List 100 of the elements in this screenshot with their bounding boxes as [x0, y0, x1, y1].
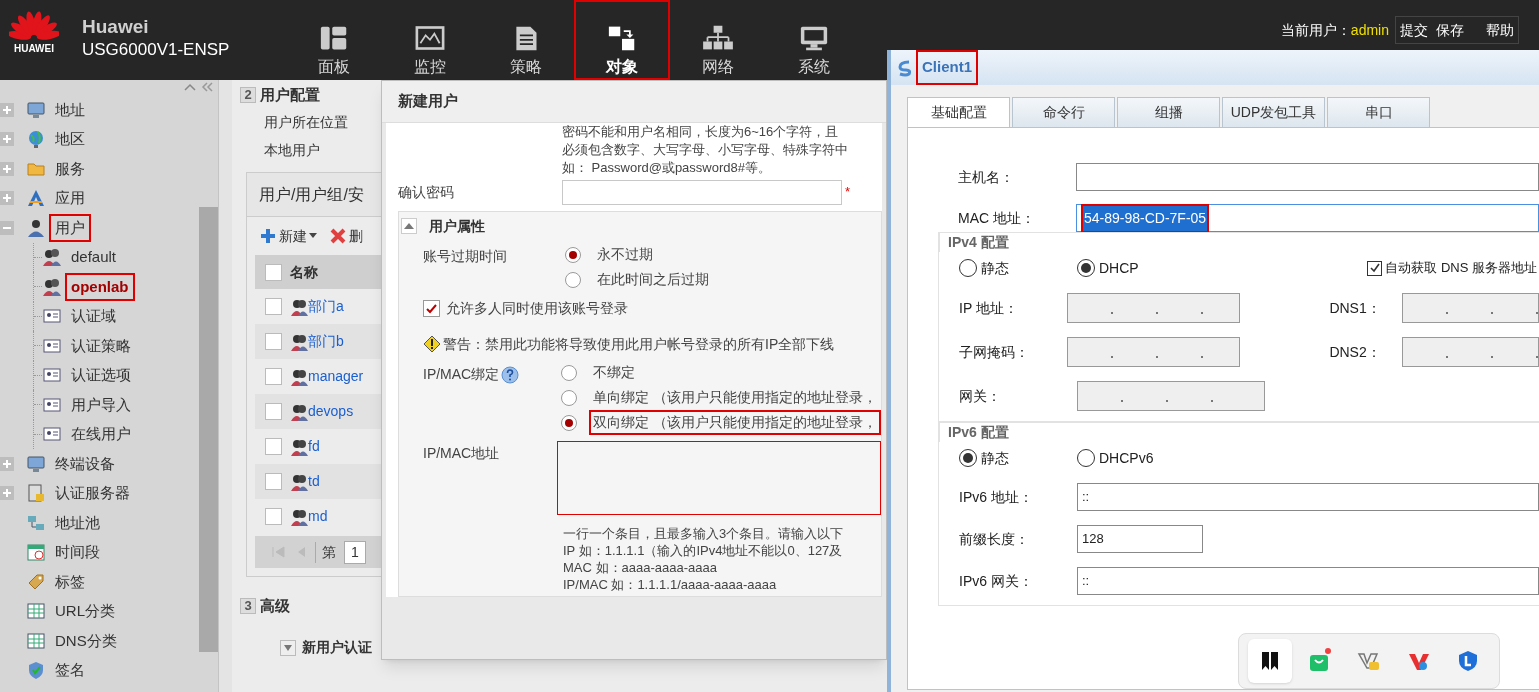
hostname-field[interactable]: [1076, 163, 1539, 191]
field-label: 确认密码: [398, 182, 455, 202]
tree-item[interactable]: 地址: [49, 95, 91, 124]
field-label: 前缀长度：: [959, 529, 1030, 549]
tree-item[interactable]: 认证服务器: [49, 479, 136, 508]
field-label: 子网掩码：: [959, 342, 1030, 362]
nav-tab[interactable]: 系统: [766, 0, 862, 80]
checkbox[interactable]: [265, 263, 282, 281]
tab[interactable]: 命令行: [1012, 97, 1115, 127]
step-number: 2: [240, 87, 256, 103]
tree-item[interactable]: 签名: [49, 656, 91, 685]
checkbox[interactable]: [265, 333, 282, 350]
tree-item[interactable]: 认证选项: [65, 361, 137, 390]
tree-item[interactable]: 用户: [49, 213, 91, 242]
collapse-toggle[interactable]: [0, 220, 14, 235]
brand-text: HUAWEI: [14, 42, 54, 56]
radio-button[interactable]: [565, 271, 581, 288]
new-button[interactable]: 新建: [259, 225, 317, 247]
text-field[interactable]: 128: [1077, 525, 1203, 553]
expand-toggle[interactable]: [0, 132, 14, 147]
tree-item[interactable]: 应用: [49, 184, 91, 213]
expand-toggle[interactable]: [0, 486, 14, 501]
tab[interactable]: 组播: [1117, 97, 1220, 127]
page-input[interactable]: 1: [344, 540, 366, 564]
user-link[interactable]: manager: [308, 366, 364, 387]
user-link[interactable]: 部门b: [308, 331, 344, 352]
tree-item[interactable]: URL分类: [49, 597, 121, 626]
tree-item[interactable]: 用户导入: [65, 390, 137, 419]
address-input[interactable]: [556, 441, 881, 515]
radio-button[interactable]: [1077, 259, 1095, 277]
tab[interactable]: 串口: [1327, 97, 1430, 127]
checkbox[interactable]: [265, 438, 282, 455]
radio-button[interactable]: [565, 246, 581, 263]
tree-item[interactable]: 地址池: [49, 508, 106, 537]
option-label: 双向绑定 （该用户只能使用指定的地址登录，: [589, 410, 881, 435]
tree-item[interactable]: 服务: [49, 154, 91, 183]
header-link[interactable]: 保存: [1436, 19, 1464, 41]
people-icon: [290, 402, 308, 421]
text-field[interactable]: ::: [1077, 483, 1539, 511]
tree-item[interactable]: 地区: [49, 125, 91, 154]
group-title: IPv6 配置: [948, 423, 1009, 442]
scrollbar-thumb[interactable]: [199, 207, 218, 652]
option-label: DHCP: [1099, 258, 1139, 278]
expand-toggle[interactable]: [0, 161, 14, 176]
collapse-toggle[interactable]: [401, 218, 417, 234]
globe-icon: [26, 129, 46, 150]
option-label: 不绑定: [592, 363, 637, 382]
tree-item[interactable]: 认证域: [65, 302, 122, 331]
expand-toggle[interactable]: [0, 191, 14, 206]
user-link[interactable]: td: [308, 471, 320, 492]
tab[interactable]: 基础配置: [907, 97, 1010, 127]
radio-button[interactable]: [561, 414, 578, 431]
panel-title: 用户/用户组/安: [259, 184, 364, 205]
radio-button[interactable]: [561, 389, 578, 406]
password-field[interactable]: [562, 179, 842, 205]
user-link[interactable]: devops: [308, 401, 354, 422]
field-label: DNS1：: [1329, 298, 1382, 318]
step-number: 3: [240, 598, 256, 614]
tree-item[interactable]: 时间段: [49, 538, 106, 567]
tree-item[interactable]: 认证策略: [65, 331, 137, 360]
nav-tab[interactable]: 对象: [574, 0, 670, 80]
tree-item[interactable]: default: [65, 243, 123, 272]
user-link[interactable]: md: [308, 506, 328, 527]
plus-icon: [259, 227, 277, 245]
nav-tab[interactable]: 网络: [670, 0, 766, 80]
radio-button[interactable]: [959, 259, 977, 277]
header-link[interactable]: 帮助: [1486, 19, 1514, 41]
radio-button[interactable]: [561, 364, 578, 381]
user-link[interactable]: fd: [308, 436, 320, 457]
expand-toggle[interactable]: [0, 456, 14, 471]
tree-item[interactable]: 终端设备: [49, 449, 121, 478]
checkbox[interactable]: [265, 403, 282, 420]
user-link[interactable]: 部门a: [308, 296, 344, 317]
network-tree-icon: [700, 24, 736, 52]
header-link[interactable]: 提交: [1400, 19, 1428, 41]
people-icon: [290, 297, 308, 316]
radio-button[interactable]: [1077, 449, 1095, 467]
checkbox[interactable]: [423, 299, 440, 317]
expand-toggle[interactable]: [0, 102, 14, 117]
nav-tab[interactable]: 监控: [382, 0, 478, 80]
hint-text: 一行一个条目，且最多输入3个条目。请输入以下: [563, 525, 845, 542]
checkbox[interactable]: [265, 298, 282, 315]
radio-button[interactable]: [959, 449, 977, 467]
checkbox[interactable]: [265, 368, 282, 385]
tree-item[interactable]: openlab: [65, 272, 135, 301]
delete-button[interactable]: 删: [329, 225, 363, 247]
tree-item[interactable]: 标签: [49, 567, 91, 596]
nav-tab[interactable]: 策略: [478, 0, 574, 80]
checkbox[interactable]: [265, 473, 282, 490]
checkbox[interactable]: [265, 508, 282, 525]
tab[interactable]: UDP发包工具: [1222, 97, 1325, 127]
mac-field[interactable]: 54-89-98-CD-7F-05: [1076, 204, 1539, 232]
taskbar-app[interactable]: [1247, 639, 1292, 683]
text-field[interactable]: ::: [1077, 567, 1539, 595]
tree-item[interactable]: DNS分类: [49, 626, 123, 655]
nav-tab[interactable]: 面板: [286, 0, 382, 80]
user-label: 当前用户：: [1280, 20, 1351, 40]
checkbox[interactable]: [1367, 260, 1383, 276]
triangle-up-icon: [404, 222, 414, 230]
tree-item[interactable]: 在线用户: [65, 420, 137, 449]
